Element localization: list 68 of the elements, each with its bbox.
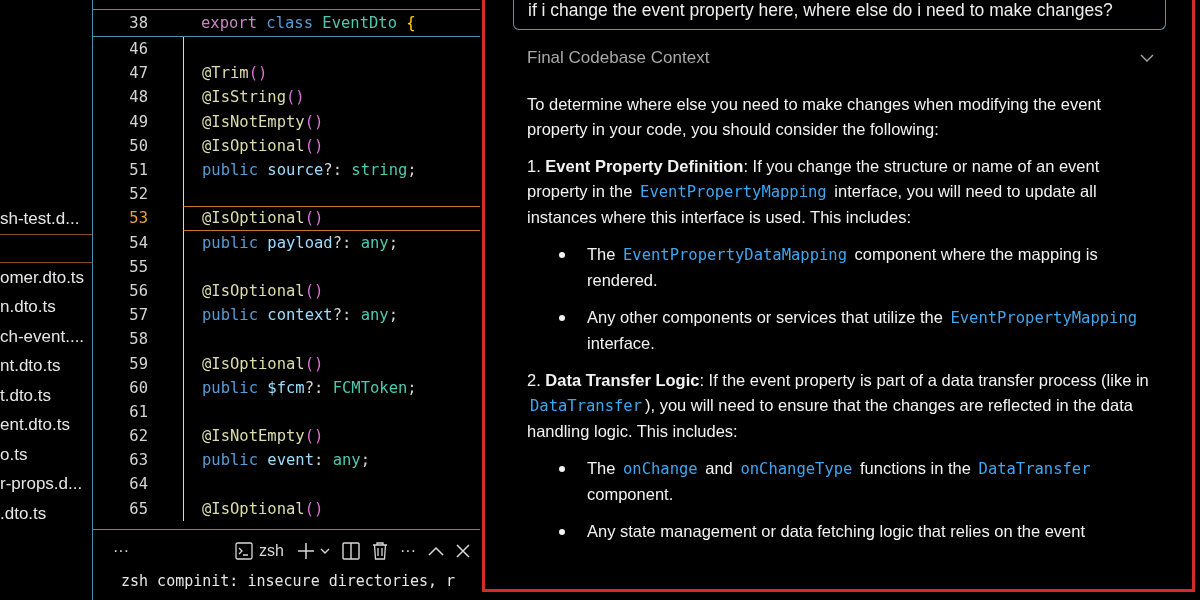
file-name[interactable]: omer.dto.ts: [0, 263, 92, 293]
file-name[interactable]: o.ts: [0, 440, 92, 470]
line-number: 50: [128, 136, 148, 155]
line-number: 49: [128, 112, 148, 131]
more-button[interactable]: ···: [113, 542, 129, 560]
answer-paragraph: To determine where else you need to make changes when modifying the event property in your code, you should consider the following:: [527, 94, 1103, 140]
line-number: 57: [128, 306, 148, 325]
file-name[interactable]: t.dto.ts: [0, 381, 92, 411]
line-number: 38: [128, 14, 148, 32]
file-name[interactable]: nt.dto.ts: [0, 351, 92, 381]
line-number: 61: [128, 402, 148, 421]
code-line: public payload?: any;: [183, 230, 480, 255]
file-name[interactable]: ent.dto.ts: [0, 410, 92, 440]
code-line: public $fcm?: FCMToken;: [183, 375, 480, 400]
line-number: 58: [128, 330, 148, 349]
current-code-line: @IsOptional(): [183, 206, 480, 231]
line-number: 47: [128, 64, 148, 83]
line-number: 48: [128, 88, 148, 107]
chevron-down-icon[interactable]: [320, 547, 330, 555]
line-number: 53: [128, 209, 148, 228]
chevron-down-icon: [1140, 54, 1154, 62]
bullet-item: The onChange and onChangeType functions in the DataTransfer component.: [555, 456, 1154, 507]
line-number: 51: [128, 161, 148, 180]
code-line: public source?: string;: [183, 157, 480, 183]
new-terminal-button[interactable]: [296, 541, 316, 561]
file-name[interactable]: .dto.ts: [0, 499, 92, 529]
more-actions-button[interactable]: ···: [400, 542, 416, 560]
code-line: public event: any;: [183, 448, 480, 473]
line-number: 62: [128, 427, 148, 446]
chevron-up-icon[interactable]: [428, 546, 444, 556]
line-number: 46: [128, 40, 148, 59]
line-number: 60: [128, 378, 148, 397]
line-number: 63: [128, 451, 148, 470]
code-line: @IsOptional(): [183, 351, 480, 376]
file-name[interactable]: r-props.d...: [0, 469, 92, 499]
answer-paragraph: 1. Event Property Definition: If you change the structure or name of an event property in the EventPropertyMapping interface, you will need to update all instances where this interface is used. This includes:: [527, 156, 1101, 228]
question-message: if i change the event property here, where else do i need to make changes?: [513, 0, 1166, 30]
context-toggle[interactable]: Final Codebase Context: [513, 30, 1166, 68]
bullet-item: The EventPropertyDataMapping component where the mapping is rendered.: [555, 242, 1154, 293]
close-icon[interactable]: [456, 544, 470, 558]
line-number: 65: [128, 499, 148, 518]
code-line: @IsNotEmpty(): [183, 424, 480, 449]
split-icon[interactable]: [342, 542, 360, 560]
file-name[interactable]: ch-event....: [0, 322, 92, 352]
line-number: 52: [128, 185, 148, 204]
code-line: @IsOptional(): [183, 278, 480, 304]
selected-file-row[interactable]: [0, 233, 92, 263]
bullet-item: Any state management or data fetching logic that relies on the event: [555, 519, 1154, 544]
code-line: @Trim(): [183, 61, 480, 86]
code-line: @IsNotEmpty(): [183, 109, 480, 134]
line-number: 56: [128, 281, 148, 300]
code-line: @IsString(): [183, 85, 480, 110]
terminal-tab[interactable]: zsh: [235, 542, 284, 560]
code-line: export class EventDto {: [200, 13, 417, 34]
line-number: 54: [128, 233, 148, 252]
code-line: @IsOptional(): [183, 133, 480, 158]
answer-paragraph: 2. Data Transfer Logic: If the event property is part of a data transfer process (like in DataTransfer ), you will need to ensure that the changes are reflected in the data handling logic. This includes:: [527, 370, 1150, 442]
code-line: @IsOptional(): [183, 496, 480, 521]
code-line: public context?: any;: [183, 303, 480, 328]
line-number: 59: [128, 354, 148, 373]
terminal-output: zsh compinit: insecure directories, r: [120, 572, 457, 590]
line-number: 55: [128, 257, 148, 276]
terminal-icon: [235, 542, 254, 560]
file-name[interactable]: sh-test.d...: [0, 204, 92, 234]
line-number: 64: [128, 475, 148, 494]
bullet-item: Any other components or services that utilize the EventPropertyMapping interface.: [555, 305, 1154, 356]
trash-icon[interactable]: [372, 542, 388, 560]
file-name[interactable]: n.dto.ts: [0, 292, 92, 322]
